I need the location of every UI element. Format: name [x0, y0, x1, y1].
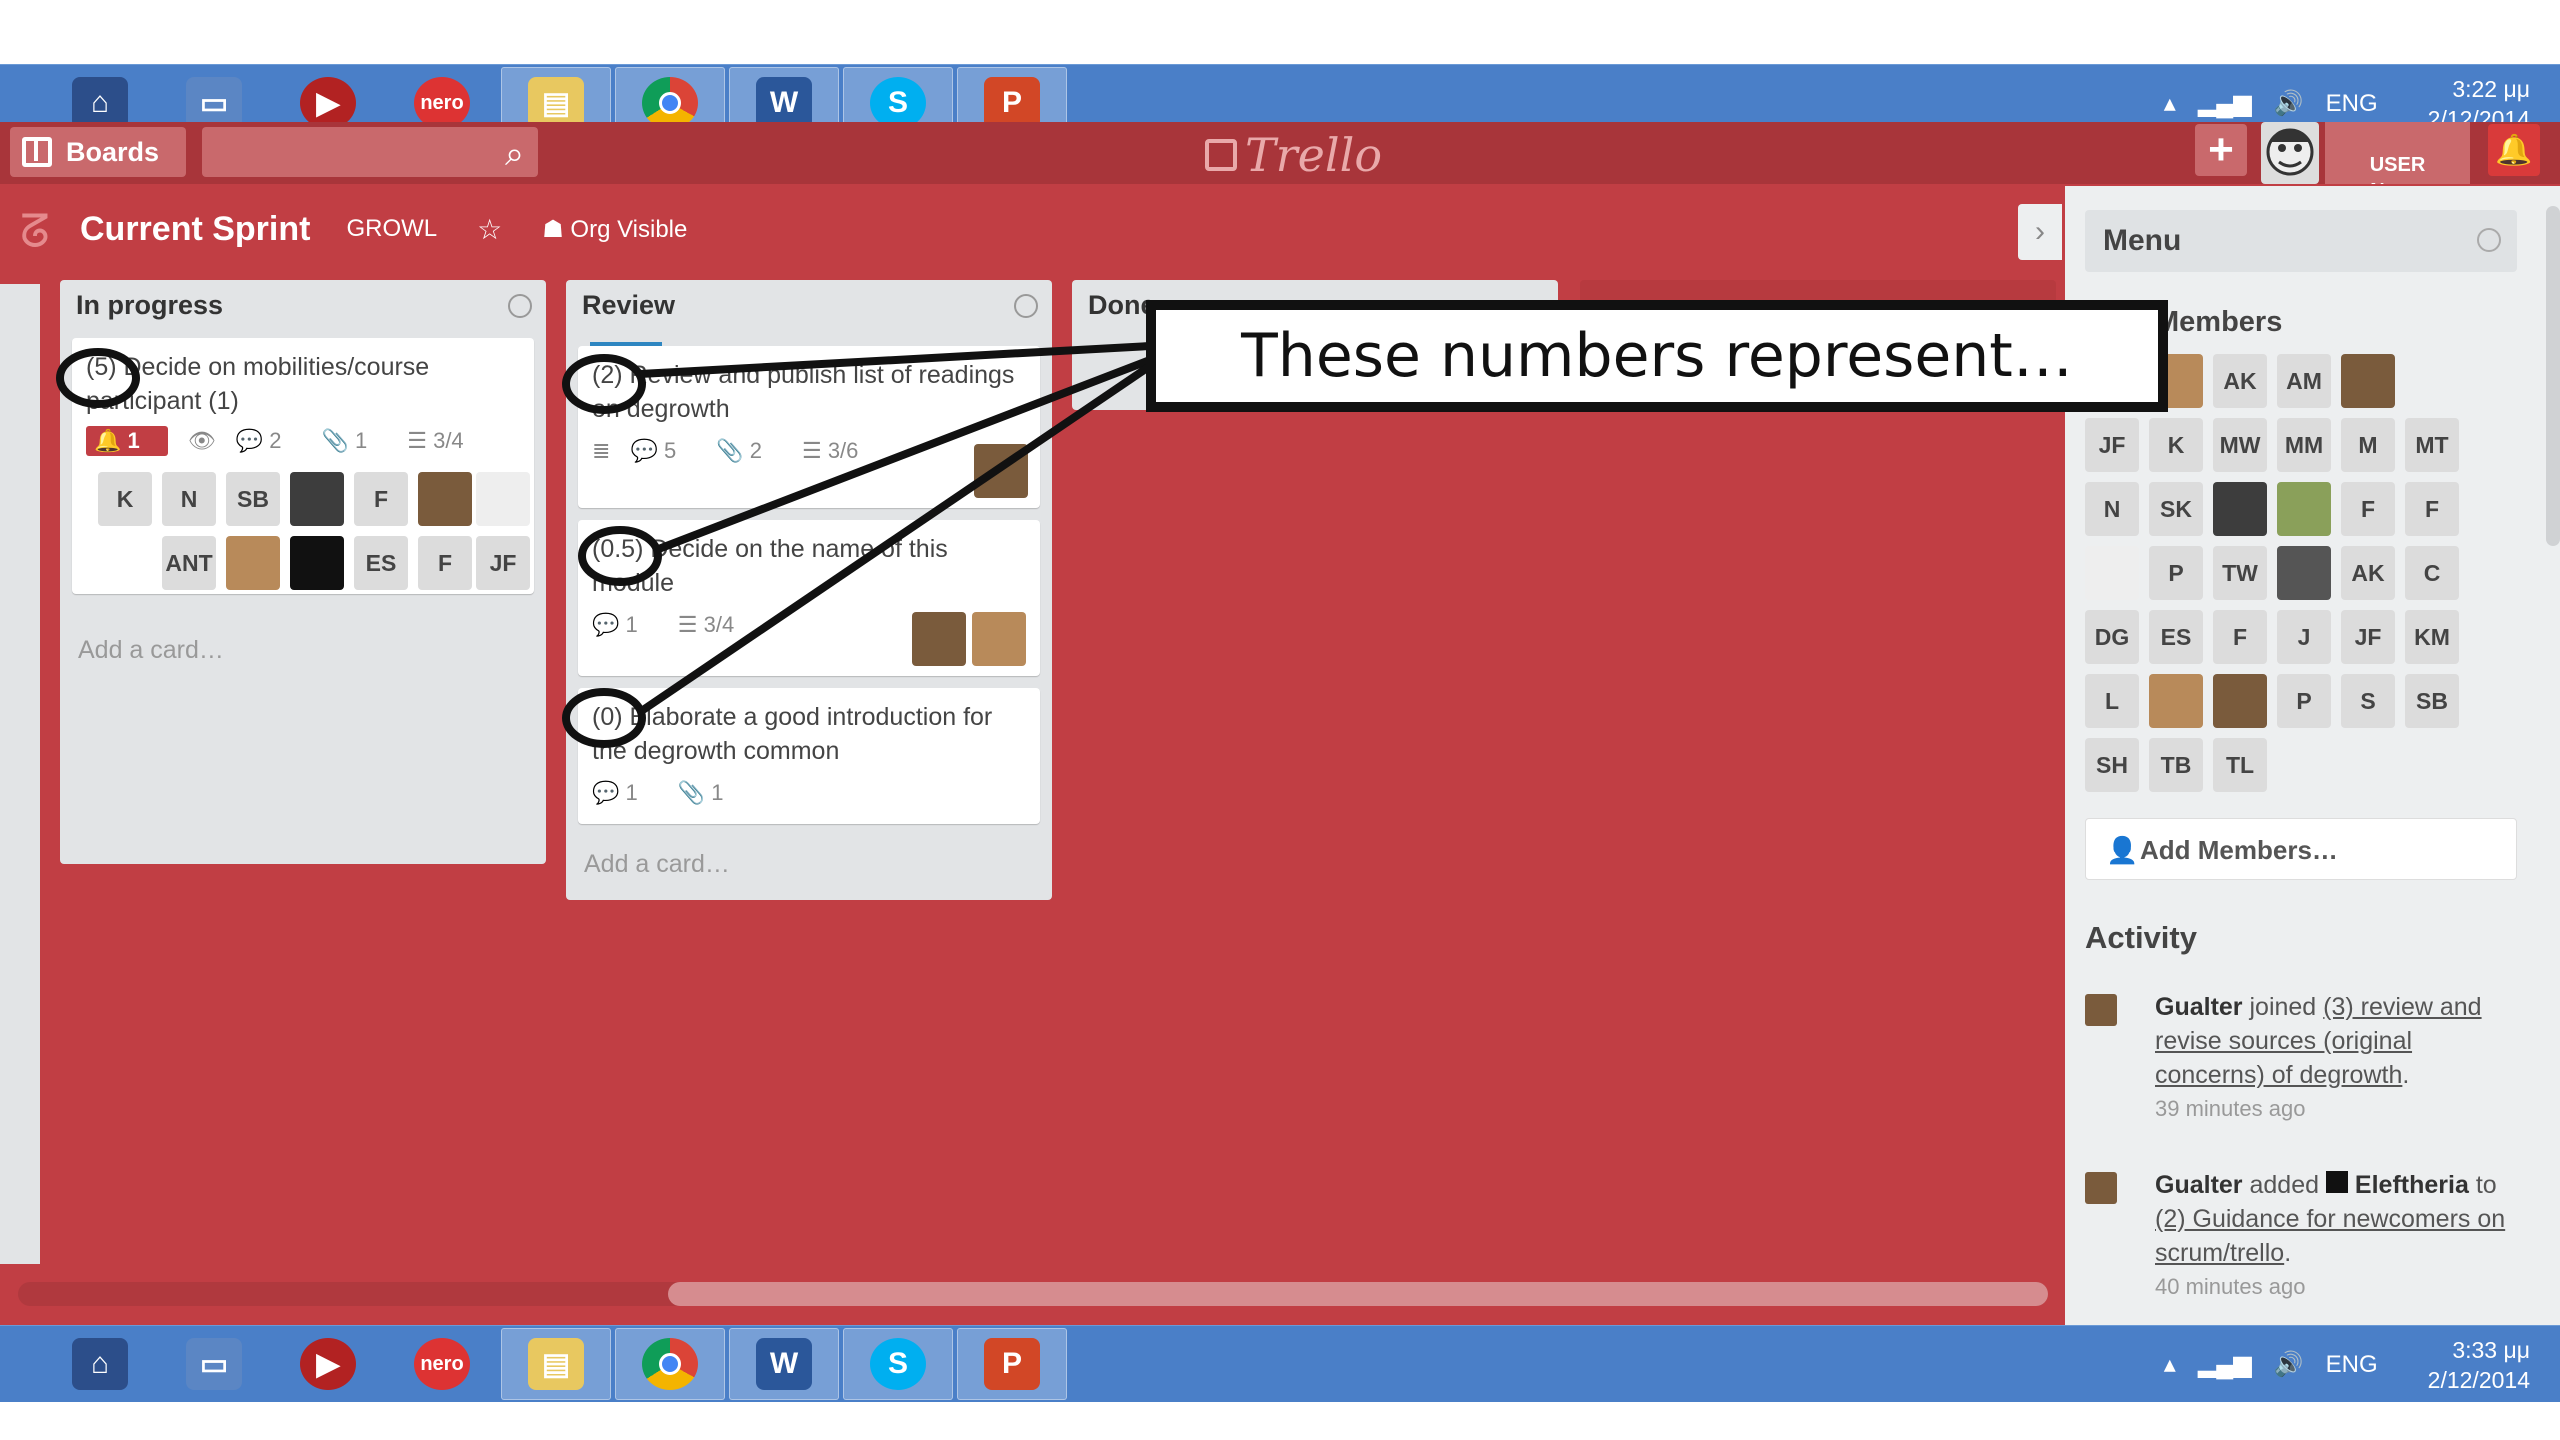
annotation-arrow-line [654, 356, 1152, 554]
annotation-circle [562, 688, 646, 748]
annotation-arrow-line [637, 362, 1153, 716]
annotation-circle [562, 354, 646, 414]
annotation-callout: These numbers represent… [1146, 300, 2168, 412]
annotation-circle [578, 526, 662, 586]
annotation-overlay [56, 342, 1153, 748]
annotation-arrow-line [639, 342, 1151, 378]
annotation-circle [56, 348, 140, 408]
